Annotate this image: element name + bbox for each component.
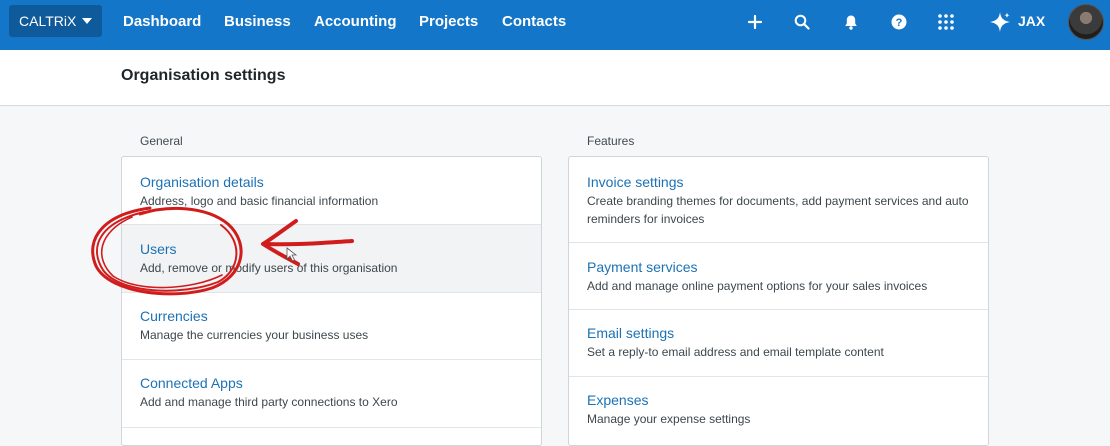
setting-users[interactable]: Users Add, remove or modify users of thi…	[122, 225, 541, 293]
setting-title[interactable]: Currencies	[140, 308, 208, 324]
setting-description: Set a reply-to email address and email t…	[587, 345, 884, 359]
nav-contacts[interactable]: Contacts	[502, 13, 566, 30]
svg-text:?: ?	[896, 17, 903, 29]
avatar[interactable]	[1068, 4, 1104, 40]
nav-dashboard[interactable]: Dashboard	[123, 13, 201, 30]
chevron-down-icon	[82, 18, 93, 24]
sparkle-icon[interactable]	[988, 10, 1012, 34]
plus-icon[interactable]	[745, 12, 765, 32]
nav-accounting[interactable]: Accounting	[314, 13, 397, 30]
setting-currencies[interactable]: Currencies Manage the currencies your bu…	[122, 293, 541, 360]
setting-description: Add and manage online payment options fo…	[587, 279, 928, 293]
nav-business[interactable]: Business	[224, 13, 291, 30]
general-section-label: General	[140, 134, 183, 148]
page-header: Organisation settings	[0, 50, 1110, 106]
setting-payment-services[interactable]: Payment services Add and manage online p…	[569, 243, 988, 310]
setting-organisation-details[interactable]: Organisation details Address, logo and b…	[122, 157, 541, 225]
setting-title[interactable]: Expenses	[587, 392, 648, 408]
setting-description: Create branding themes for documents, ad…	[587, 194, 969, 226]
general-settings-card: Organisation details Address, logo and b…	[121, 156, 542, 446]
setting-title[interactable]: Email settings	[587, 325, 674, 341]
organisation-switcher-button[interactable]: CALTRiX	[9, 5, 103, 37]
setting-description: Add, remove or modify users of this orga…	[140, 261, 398, 275]
setting-description: Manage the currencies your business uses	[140, 328, 369, 342]
setting-invoice-settings[interactable]: Invoice settings Create branding themes …	[569, 157, 988, 243]
help-icon[interactable]: ?	[889, 12, 909, 32]
setting-connected-apps[interactable]: Connected Apps Add and manage third part…	[122, 360, 541, 428]
setting-title[interactable]: Organisation details	[140, 174, 264, 190]
search-icon[interactable]	[792, 12, 812, 32]
setting-email-settings[interactable]: Email settings Set a reply-to email addr…	[569, 310, 988, 377]
bell-icon[interactable]	[841, 12, 861, 32]
apps-grid-icon[interactable]	[936, 12, 956, 32]
setting-description: Address, logo and basic financial inform…	[140, 194, 379, 208]
page-title: Organisation settings	[121, 67, 286, 84]
features-section-label: Features	[587, 134, 635, 148]
setting-title[interactable]: Connected Apps	[140, 375, 243, 391]
user-label[interactable]: JAX	[1018, 13, 1045, 29]
setting-description: Manage your expense settings	[587, 412, 751, 426]
setting-title[interactable]: Invoice settings	[587, 174, 684, 190]
nav-projects[interactable]: Projects	[419, 13, 478, 30]
organisation-name: CALTRiX	[19, 13, 77, 29]
setting-title[interactable]: Users	[140, 241, 177, 257]
setting-title[interactable]: Payment services	[587, 259, 697, 275]
top-navigation-bar: CALTRiX Dashboard Business Accounting Pr…	[0, 0, 1110, 50]
setting-description: Add and manage third party connections t…	[140, 395, 398, 409]
features-settings-card: Invoice settings Create branding themes …	[568, 156, 989, 446]
